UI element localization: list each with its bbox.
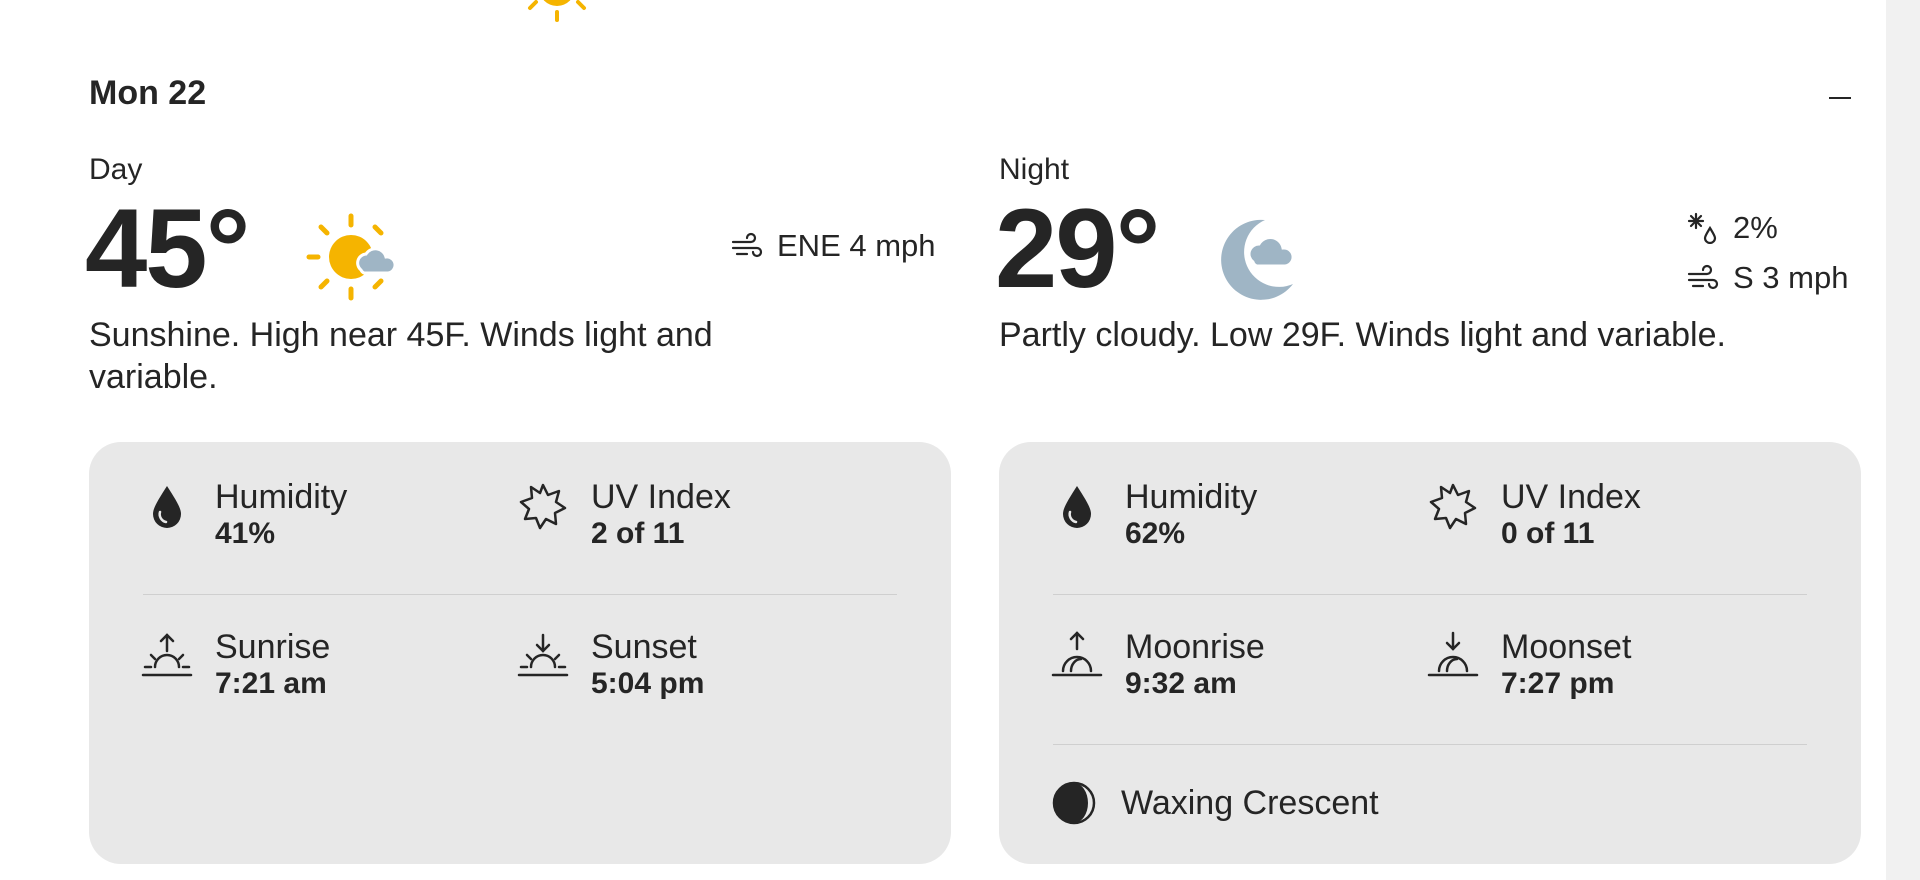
humidity-icon bbox=[1051, 480, 1103, 532]
night-moonrise-value: 9:32 am bbox=[1125, 667, 1237, 700]
day-uv-index: UV Index 2 of 11 bbox=[517, 478, 731, 552]
divider bbox=[143, 594, 897, 595]
snow-rain-icon bbox=[1687, 212, 1717, 244]
night-moonrise-label: Moonrise bbox=[1125, 628, 1265, 666]
wind-icon bbox=[1687, 264, 1719, 290]
day-humidity-label: Humidity bbox=[215, 478, 348, 516]
moonset-icon bbox=[1427, 630, 1479, 682]
night-temperature: 29° bbox=[995, 186, 1160, 311]
waxing-crescent-moon-icon bbox=[1052, 781, 1096, 825]
day-sunset-label: Sunset bbox=[591, 628, 697, 666]
night-wind-value: S 3 mph bbox=[1733, 260, 1849, 295]
sun-icon bbox=[522, 0, 592, 26]
day-humidity-value: 41% bbox=[215, 517, 276, 550]
minus-icon bbox=[1829, 97, 1851, 99]
day-wind-value: ENE 4 mph bbox=[777, 228, 936, 263]
moonrise-icon bbox=[1051, 630, 1103, 682]
period-label-night: Night bbox=[999, 153, 1070, 186]
daily-forecast-page: Mon 22 Day 45° ENE 4 mph Sunshine. High … bbox=[0, 0, 1920, 880]
night-moonrise: Moonrise 9:32 am bbox=[1051, 628, 1265, 702]
day-uv-label: UV Index bbox=[591, 478, 731, 516]
day-sunrise-value: 7:21 am bbox=[215, 667, 327, 700]
uv-index-icon bbox=[517, 480, 569, 532]
moon-phase: Waxing Crescent bbox=[1051, 780, 1379, 826]
night-wind: S 3 mph bbox=[1687, 260, 1848, 296]
day-sunset-value: 5:04 pm bbox=[591, 667, 705, 700]
night-precip-value: 2% bbox=[1733, 210, 1778, 245]
sunny-partly-cloudy-icon bbox=[305, 212, 401, 302]
sunrise-icon bbox=[141, 630, 193, 682]
night-uv-label: UV Index bbox=[1501, 478, 1641, 516]
uv-index-icon bbox=[1427, 480, 1479, 532]
collapse-button[interactable] bbox=[1818, 78, 1862, 118]
scrollbar[interactable] bbox=[1886, 0, 1920, 880]
wind-icon bbox=[731, 232, 763, 258]
day-narrative: Sunshine. High near 45F. Winds light and… bbox=[89, 316, 713, 396]
night-moonset-value: 7:27 pm bbox=[1501, 667, 1615, 700]
period-label-day: Day bbox=[89, 153, 143, 186]
night-humidity: Humidity 62% bbox=[1051, 478, 1257, 552]
night-uv-value: 0 of 11 bbox=[1501, 517, 1595, 550]
day-wind: ENE 4 mph bbox=[731, 228, 936, 264]
night-details-card: Humidity 62% UV Index 0 of 11 Moonrise 9… bbox=[999, 442, 1861, 864]
night-precipitation: 2% bbox=[1687, 210, 1778, 246]
sunset-icon bbox=[517, 630, 569, 682]
night-humidity-value: 62% bbox=[1125, 517, 1186, 550]
night-moonset: Moonset 7:27 pm bbox=[1427, 628, 1631, 702]
day-uv-value: 2 of 11 bbox=[591, 517, 685, 550]
night-narrative: Partly cloudy. Low 29F. Winds light and … bbox=[999, 316, 1726, 354]
day-sunrise: Sunrise 7:21 am bbox=[141, 628, 330, 702]
day-forecast: Day 45° ENE 4 mph Sunshine. High near 45… bbox=[85, 150, 951, 398]
partly-cloudy-night-icon bbox=[1211, 212, 1307, 302]
divider bbox=[1053, 744, 1807, 745]
day-header: Mon 22 bbox=[89, 74, 207, 112]
humidity-icon bbox=[141, 480, 193, 532]
day-humidity: Humidity 41% bbox=[141, 478, 347, 552]
moon-phase-label: Waxing Crescent bbox=[1121, 783, 1379, 822]
divider bbox=[1053, 594, 1807, 595]
day-details-card: Humidity 41% UV Index 2 of 11 Sunrise 7:… bbox=[89, 442, 951, 864]
night-uv-index: UV Index 0 of 11 bbox=[1427, 478, 1641, 552]
night-forecast: Night 29° 2% S 3 mph Partly cloudy. Low … bbox=[995, 150, 1861, 356]
night-humidity-label: Humidity bbox=[1125, 478, 1258, 516]
day-sunset: Sunset 5:04 pm bbox=[517, 628, 704, 702]
day-temperature: 45° bbox=[85, 186, 250, 311]
day-sunrise-label: Sunrise bbox=[215, 628, 331, 666]
night-moonset-label: Moonset bbox=[1501, 628, 1632, 666]
